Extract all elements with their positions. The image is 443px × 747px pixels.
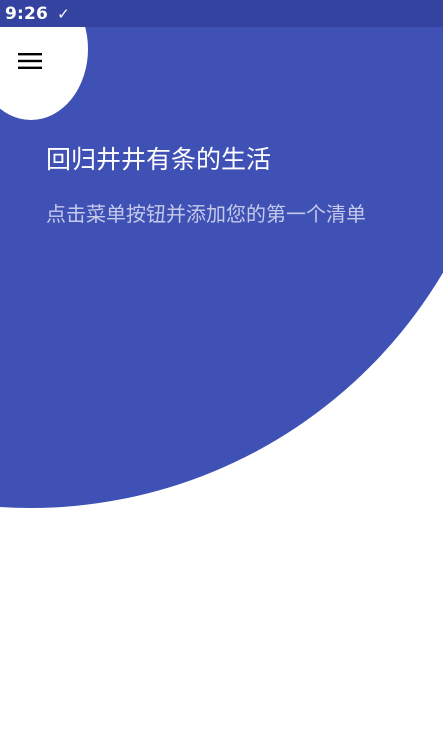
menu-icon: [18, 53, 42, 69]
empty-state: 回归井井有条的生活 点击菜单按钮并添加您的第一个清单: [46, 142, 396, 227]
status-time: 9:26: [5, 3, 49, 24]
menu-button[interactable]: [10, 44, 50, 78]
check-icon: ✓: [57, 4, 70, 23]
status-bar: 9:26 ✓: [0, 0, 443, 27]
empty-state-subtitle: 点击菜单按钮并添加您的第一个清单: [46, 202, 366, 226]
app-screen: 9:26 ✓ 回归井井有条的生活 点击菜单按钮并添加您的第一个清单: [0, 0, 443, 747]
empty-state-title: 回归井井有条的生活: [46, 145, 272, 174]
